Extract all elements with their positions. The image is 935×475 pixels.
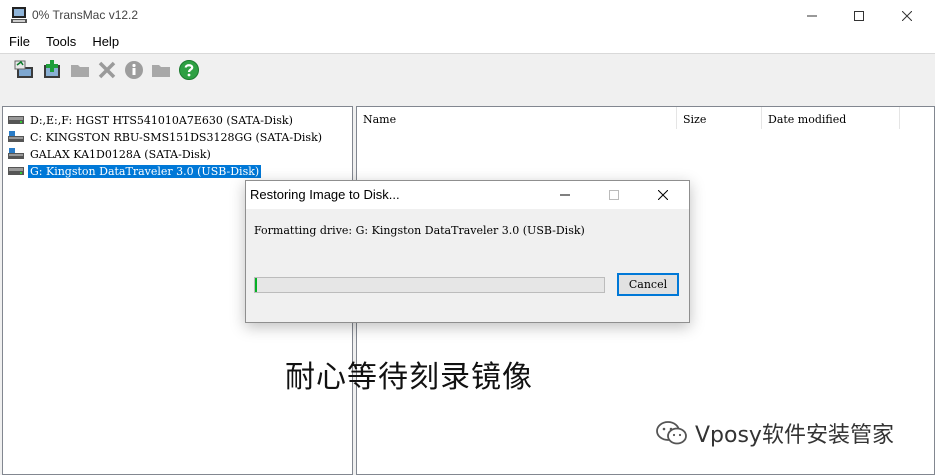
close-button[interactable] xyxy=(884,0,930,31)
drive-item-galax[interactable]: GALAX KA1D0128A (SATA-Disk) xyxy=(8,146,213,162)
progress-bar xyxy=(254,277,605,293)
restore-dialog: Restoring Image to Disk... Formatting dr… xyxy=(245,180,690,323)
restore-image-icon[interactable] xyxy=(12,58,36,82)
drive-item-d[interactable]: D:,E:,F: HGST HTS541010A7E630 (SATA-Disk… xyxy=(8,112,295,128)
folder-open-icon[interactable] xyxy=(149,58,173,82)
dialog-close-button[interactable] xyxy=(641,181,685,209)
toolbar xyxy=(0,53,935,104)
dialog-title: Restoring Image to Disk... xyxy=(250,187,400,202)
overlay-caption: 耐心等待刻录镜像 xyxy=(285,360,533,395)
wechat-icon xyxy=(656,421,687,445)
menu-file[interactable]: File xyxy=(3,31,36,53)
usb-disk-icon xyxy=(8,165,24,177)
dialog-maximize-button xyxy=(592,181,636,209)
dialog-message: Formatting drive: G: Kingston DataTravel… xyxy=(254,224,585,237)
column-date-modified[interactable]: Date modified xyxy=(762,107,900,129)
watermark: Vposy软件安装管家 xyxy=(655,417,894,449)
drive-item-g[interactable]: G: Kingston DataTraveler 3.0 (USB-Disk) xyxy=(8,163,263,179)
disk-system-icon xyxy=(8,148,24,160)
help-icon[interactable] xyxy=(177,58,201,82)
window-title: 0% TransMac v12.2 xyxy=(32,8,139,22)
disk-system-icon xyxy=(8,131,24,143)
menu-tools[interactable]: Tools xyxy=(40,31,82,53)
progress-fill xyxy=(255,278,257,292)
cancel-button[interactable]: Cancel xyxy=(617,273,679,296)
column-name[interactable]: Name xyxy=(357,107,677,129)
minimize-button[interactable] xyxy=(789,0,835,31)
dialog-title-bar: Restoring Image to Disk... xyxy=(246,181,689,209)
maximize-button[interactable] xyxy=(836,0,882,31)
column-size[interactable]: Size xyxy=(677,107,762,129)
title-bar: 0% TransMac v12.2 xyxy=(0,0,935,31)
add-disk-icon[interactable] xyxy=(40,58,64,82)
drive-item-c[interactable]: C: KINGSTON RBU-SMS151DS3128GG (SATA-Dis… xyxy=(8,129,324,145)
menu-help[interactable]: Help xyxy=(86,31,125,53)
info-icon[interactable] xyxy=(122,58,146,82)
menu-bar: File Tools Help xyxy=(0,31,935,53)
hard-disk-icon xyxy=(8,114,24,126)
delete-icon[interactable] xyxy=(95,58,119,82)
app-icon xyxy=(11,7,27,23)
dialog-minimize-button[interactable] xyxy=(543,181,587,209)
folder-icon[interactable] xyxy=(68,58,92,82)
watermark-text: Vposy软件安装管家 xyxy=(695,423,894,448)
